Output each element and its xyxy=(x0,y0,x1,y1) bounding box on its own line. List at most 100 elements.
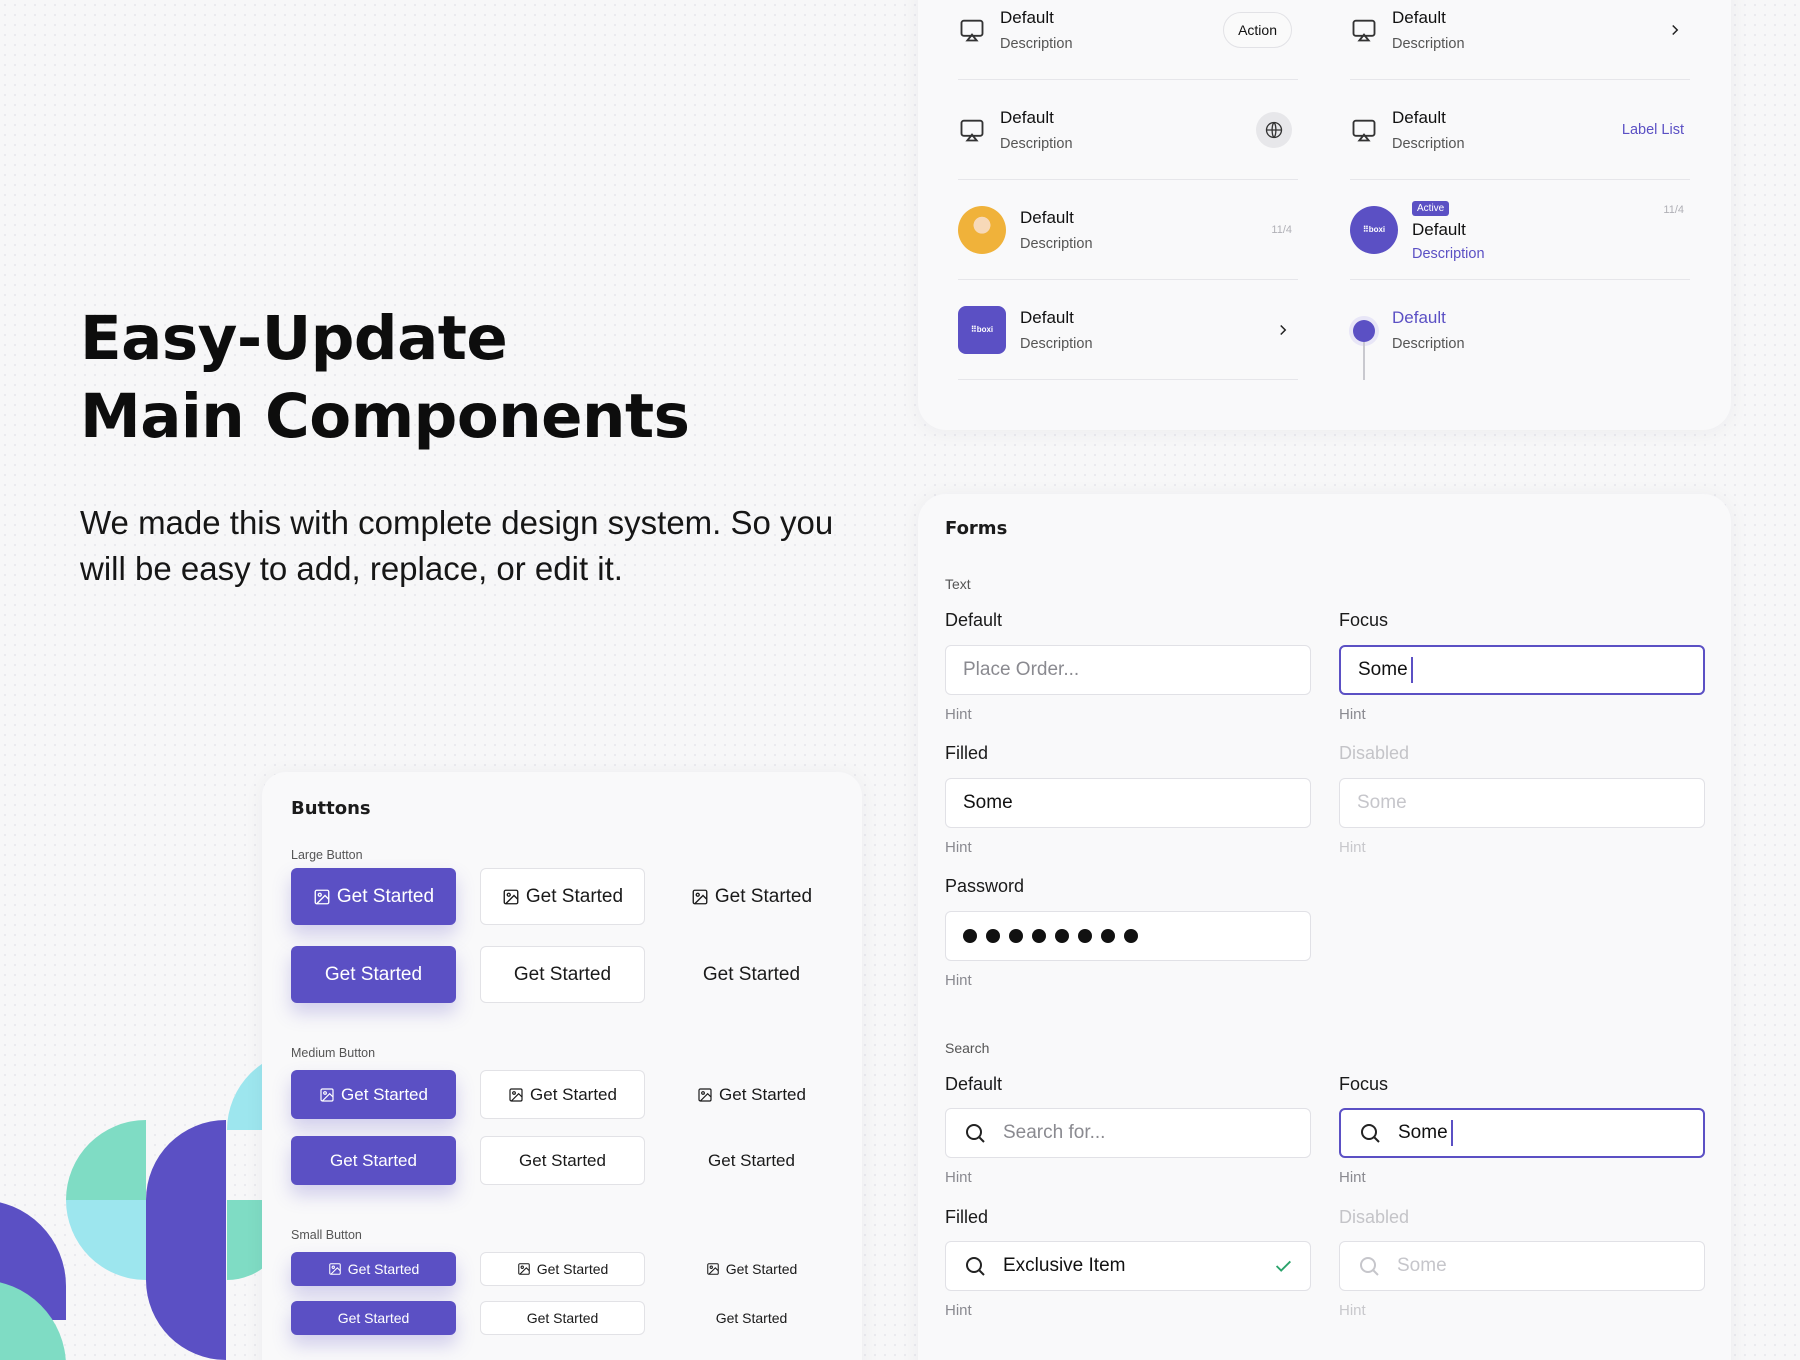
brand-logo-name: boxi xyxy=(1368,225,1386,234)
button-label: Get Started xyxy=(525,885,624,907)
medium-outline-button[interactable]: Get Started xyxy=(480,1136,645,1185)
list-item-title: Default xyxy=(1392,308,1446,327)
password-input[interactable] xyxy=(945,911,1311,961)
small-button-label: Small Button xyxy=(291,1228,362,1242)
list-item-title: Default xyxy=(1020,207,1074,227)
list-item[interactable]: Default Description Label List xyxy=(1350,80,1690,180)
large-ghost-button[interactable]: Get Started xyxy=(669,946,834,1003)
text-input-focus[interactable]: Some xyxy=(1339,645,1705,695)
text-input-default[interactable]: Place Order... xyxy=(945,645,1311,695)
buttons-card: Buttons Large Button Medium Button Small… xyxy=(262,772,862,1360)
large-outline-button-with-icon[interactable]: Get Started xyxy=(480,868,645,925)
button-label: Get Started xyxy=(725,1261,798,1277)
list-item[interactable]: Default Description Action xyxy=(958,0,1298,80)
medium-primary-button[interactable]: Get Started xyxy=(291,1136,456,1185)
small-outline-button[interactable]: Get Started xyxy=(480,1301,645,1335)
timeline-line xyxy=(1363,342,1365,380)
field-label: Focus xyxy=(1339,610,1389,630)
text-input-filled[interactable]: Some xyxy=(945,778,1311,828)
field-hint: Hint xyxy=(945,1169,972,1186)
brand-logo: ⠿ boxi xyxy=(958,305,1006,354)
deco-purple-quarter-top xyxy=(146,1120,226,1200)
small-primary-button[interactable]: Get Started xyxy=(291,1301,456,1335)
image-icon xyxy=(328,1263,341,1275)
list-item[interactable]: Default Description xyxy=(958,80,1298,180)
status-badge: Active xyxy=(1412,200,1450,216)
text-caret xyxy=(1410,657,1413,683)
small-outline-button-with-icon[interactable]: Get Started xyxy=(480,1252,645,1286)
small-primary-button-with-icon[interactable]: Get Started xyxy=(291,1252,456,1286)
list-item-description: Description xyxy=(1000,135,1073,152)
airplay-icon xyxy=(1352,119,1376,141)
input-value: Some xyxy=(1398,1122,1448,1143)
field-hint: Hint xyxy=(1339,706,1366,723)
hero-title: Easy-Update Main Components xyxy=(80,300,840,456)
field-hint: Hint xyxy=(945,706,972,723)
list-item-title: Default xyxy=(1000,107,1054,127)
image-icon xyxy=(509,1087,523,1102)
list-item[interactable]: Default Description xyxy=(1350,280,1690,380)
list-item-title: Default xyxy=(1000,7,1054,27)
search-icon xyxy=(966,1124,985,1143)
globe-button[interactable] xyxy=(1256,111,1292,148)
hero-title-line1: Easy-Update xyxy=(80,303,508,374)
search-section-label: Search xyxy=(945,1040,990,1056)
list-item-description: Description xyxy=(1020,335,1093,352)
chevron-right-icon[interactable] xyxy=(1666,21,1684,39)
medium-ghost-button-with-icon[interactable]: Get Started xyxy=(669,1070,834,1119)
image-icon xyxy=(698,1087,712,1102)
field-label: Focus xyxy=(1339,1074,1389,1094)
button-label: Get Started xyxy=(530,1084,617,1104)
list-item-title: Default xyxy=(1020,307,1074,327)
globe-icon xyxy=(1265,121,1283,138)
small-ghost-button[interactable]: Get Started xyxy=(669,1301,834,1335)
large-ghost-button-with-icon[interactable]: Get Started xyxy=(669,868,834,925)
list-item[interactable]: ⠿ boxi Default Description xyxy=(958,280,1298,380)
list-item-title: Default xyxy=(1412,219,1466,239)
button-label: Get Started xyxy=(336,885,435,907)
buttons-title: Buttons xyxy=(291,798,371,819)
search-input-filled[interactable]: Exclusive Item xyxy=(945,1241,1311,1291)
list-item[interactable]: ⠿ boxi Active Default Description 11/4 xyxy=(1350,180,1690,280)
large-primary-button[interactable]: Get Started xyxy=(291,946,456,1003)
hero-paragraph: We made this with complete design system… xyxy=(80,500,840,592)
brand-logo: ⠿ boxi xyxy=(1350,205,1398,254)
field-label: Disabled xyxy=(1339,743,1410,763)
list-item-description: Description xyxy=(1392,35,1465,52)
medium-primary-button-with-icon[interactable]: Get Started xyxy=(291,1070,456,1119)
large-primary-button-with-icon[interactable]: Get Started xyxy=(291,868,456,925)
medium-button-label: Medium Button xyxy=(291,1046,376,1060)
avatar xyxy=(958,205,1006,254)
button-label: Get Started xyxy=(519,1150,606,1170)
field-label: Filled xyxy=(945,1207,989,1227)
field-label: Filled xyxy=(945,743,989,763)
large-outline-button[interactable]: Get Started xyxy=(480,946,645,1003)
search-input-default[interactable]: Search for... xyxy=(945,1108,1311,1158)
hero: Easy-Update Main Components We made this… xyxy=(80,300,840,592)
image-icon xyxy=(517,1263,530,1275)
text-input-disabled: Some xyxy=(1339,778,1705,828)
field-hint: Hint xyxy=(1339,839,1366,856)
list-item[interactable]: Default Description 11/4 xyxy=(958,180,1298,280)
airplay-icon xyxy=(1352,19,1376,41)
action-button[interactable]: Action xyxy=(1223,11,1292,48)
password-dot xyxy=(1055,929,1069,943)
list-item-description: Description xyxy=(1392,135,1465,152)
text-section-label: Text xyxy=(945,576,971,592)
button-label: Get Started xyxy=(526,1310,599,1326)
field-label: Password xyxy=(945,876,1025,896)
image-icon xyxy=(706,1263,719,1275)
brand-logo-name: boxi xyxy=(976,325,994,334)
search-input-focus[interactable]: Some xyxy=(1339,1108,1705,1158)
medium-ghost-button[interactable]: Get Started xyxy=(669,1136,834,1185)
deco-purple-quarter-bottom xyxy=(146,1280,226,1360)
field-label: Default xyxy=(945,1074,1003,1094)
small-ghost-button-with-icon[interactable]: Get Started xyxy=(669,1252,834,1286)
label-list-link[interactable]: Label List xyxy=(1622,122,1684,138)
medium-outline-button-with-icon[interactable]: Get Started xyxy=(480,1070,645,1119)
input-value: Some xyxy=(1397,1255,1447,1276)
chevron-right-icon[interactable] xyxy=(1274,321,1292,339)
list-item[interactable]: Default Description xyxy=(1350,0,1690,80)
image-icon xyxy=(314,889,330,904)
button-label: Get Started xyxy=(330,1150,417,1170)
